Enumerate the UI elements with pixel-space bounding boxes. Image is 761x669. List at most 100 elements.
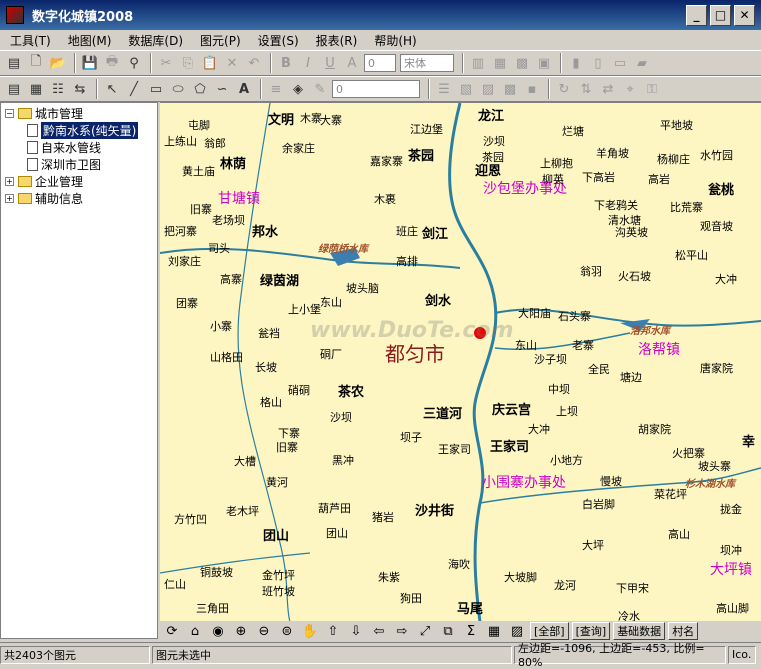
place-label[interactable]: 大坡脚 xyxy=(504,569,537,585)
place-label[interactable]: 比荒寨 xyxy=(670,199,703,215)
place-label[interactable]: 刘家庄 xyxy=(168,253,201,269)
place-label[interactable]: 冷水 xyxy=(618,608,640,621)
italic-icon[interactable]: I xyxy=(298,53,318,73)
place-label[interactable]: 白岩脚 xyxy=(582,496,615,512)
select-tool-icon[interactable]: ☷ xyxy=(48,79,68,99)
place-label[interactable]: 羊角坡 xyxy=(596,145,629,161)
copy-map-icon[interactable]: ⧉ xyxy=(438,622,458,640)
menu-help[interactable]: 帮助(H) xyxy=(374,32,416,49)
snap-icon[interactable]: ⌖ xyxy=(620,79,640,99)
place-label[interactable]: 胡家院 xyxy=(638,421,671,437)
curve-tool-icon[interactable]: ∽ xyxy=(212,79,232,99)
place-label[interactable]: 坡头寨 xyxy=(698,458,731,474)
place-label[interactable]: 余家庄 xyxy=(282,140,315,156)
query-button[interactable]: [查询] xyxy=(571,622,611,640)
place-label[interactable]: 水竹园 xyxy=(700,147,733,163)
city-label[interactable]: 都匀市 xyxy=(385,338,445,367)
menu-primitive[interactable]: 图元(P) xyxy=(200,32,241,49)
group-icon[interactable]: ▧ xyxy=(456,79,476,99)
place-label[interactable]: 全民 xyxy=(588,361,610,377)
expand-icon[interactable]: + xyxy=(5,194,14,203)
menu-database[interactable]: 数据库(D) xyxy=(128,32,183,49)
font-combo[interactable]: 宋体 xyxy=(400,54,454,72)
copy-icon[interactable]: ⎘ xyxy=(178,53,198,73)
map-canvas[interactable]: www.DuoTe.com 都匀市 甘塘镇 沙包堡办事处 洛帮镇 小围寨办事处 … xyxy=(160,102,761,621)
menu-tools[interactable]: 工具(T) xyxy=(10,32,51,49)
town-label[interactable]: 甘塘镇 xyxy=(218,188,260,208)
place-label[interactable]: 上小堡 xyxy=(288,301,321,317)
place-label[interactable]: 大冲 xyxy=(715,271,737,287)
place-label[interactable]: 方竹凹 xyxy=(174,511,207,527)
place-label[interactable]: 幸 xyxy=(742,431,755,450)
place-label[interactable]: 旧寨 xyxy=(276,439,298,455)
pen-color-icon[interactable]: ✎ xyxy=(310,79,330,99)
open-folder-icon[interactable]: 📂 xyxy=(48,53,68,73)
table-icon[interactable]: ▦ xyxy=(490,53,510,73)
place-label[interactable]: 金竹坪 xyxy=(262,567,295,583)
tree-node-water-system[interactable]: 黔南水系(纯矢量) xyxy=(1,122,157,139)
back-icon[interactable]: ▪ xyxy=(522,79,542,99)
zoom-in-icon[interactable]: ⊕ xyxy=(231,622,251,640)
fill-color-icon[interactable]: ◈ xyxy=(288,79,308,99)
place-label[interactable]: 沙子坝 xyxy=(534,351,567,367)
place-label[interactable]: 狗田 xyxy=(400,590,422,606)
town-label[interactable]: 小围寨办事处 xyxy=(482,472,566,492)
binoculars-icon[interactable]: ⚲ xyxy=(124,53,144,73)
save-icon[interactable]: 💾 xyxy=(80,53,100,73)
home-icon[interactable]: ⌂ xyxy=(185,622,205,640)
place-label[interactable]: 下高岩 xyxy=(582,169,615,185)
place-label[interactable]: 班竹坡 xyxy=(262,583,295,599)
report-icon[interactable]: ▭ xyxy=(610,53,630,73)
place-label[interactable]: 三道河 xyxy=(423,403,462,422)
place-label[interactable]: 老木坪 xyxy=(226,503,259,519)
print-icon[interactable]: 🖶 xyxy=(102,53,122,73)
minimize-button[interactable]: _ xyxy=(686,4,707,26)
place-label[interactable]: 茶园 xyxy=(408,145,434,164)
zoom-extent-icon[interactable]: ⊜ xyxy=(277,622,297,640)
sum-icon[interactable]: Σ xyxy=(461,622,481,640)
place-label[interactable]: 茶园 xyxy=(482,149,504,165)
basic-data-button[interactable]: 基础数据 xyxy=(613,622,666,640)
bars-icon[interactable]: ▯ xyxy=(588,53,608,73)
place-label[interactable]: 剑江 xyxy=(422,223,448,242)
expand-icon[interactable]: + xyxy=(5,177,14,186)
line-style-icon[interactable]: ≡ xyxy=(266,79,286,99)
place-label[interactable]: 把河寨 xyxy=(164,223,197,239)
place-label[interactable]: 团山 xyxy=(326,525,348,541)
place-label[interactable]: 沙坝 xyxy=(330,409,352,425)
menu-settings[interactable]: 设置(S) xyxy=(258,32,299,49)
place-label[interactable]: 上柳抱 xyxy=(540,155,573,171)
all-button[interactable]: [全部] xyxy=(530,622,569,640)
pan-left-icon[interactable]: ⇦ xyxy=(369,622,389,640)
place-label[interactable]: 葫芦田 xyxy=(318,500,351,516)
place-label[interactable]: 王家司 xyxy=(490,436,529,455)
delete-icon[interactable]: ✕ xyxy=(222,53,242,73)
place-label[interactable]: 猪岩 xyxy=(372,509,394,525)
tree-node-water-pipe[interactable]: 自来水管线 xyxy=(1,139,157,156)
place-label[interactable]: 王家司 xyxy=(438,441,471,457)
place-label[interactable]: 观音坡 xyxy=(700,218,733,234)
lock-icon[interactable]: ⚿ xyxy=(642,79,662,99)
place-label[interactable]: 三角田 xyxy=(196,600,229,616)
resize-icon[interactable]: ⤢ xyxy=(415,622,435,640)
pan-right-icon[interactable]: ⇨ xyxy=(392,622,412,640)
cut-icon[interactable]: ✂ xyxy=(156,53,176,73)
place-label[interactable]: 坡头脑 xyxy=(346,280,379,296)
place-label[interactable]: 格山 xyxy=(260,394,282,410)
rotate-icon[interactable]: ↻ xyxy=(554,79,574,99)
place-label[interactable]: 班庄 xyxy=(396,223,418,239)
village-name-button[interactable]: 村名 xyxy=(668,622,699,640)
place-label[interactable]: 龙江 xyxy=(478,105,504,124)
place-label[interactable]: 唐家院 xyxy=(700,360,733,376)
place-label[interactable]: 大槽 xyxy=(234,453,256,469)
flip-icon[interactable]: ⇅ xyxy=(576,79,596,99)
mirror-icon[interactable]: ⇄ xyxy=(598,79,618,99)
pan-up-icon[interactable]: ⇧ xyxy=(323,622,343,640)
line-width-combo[interactable]: 0 xyxy=(332,80,420,98)
place-label[interactable]: 慢坡 xyxy=(600,473,622,489)
grid-icon[interactable]: ▩ xyxy=(512,53,532,73)
place-label[interactable]: 铜鼓坡 xyxy=(200,564,233,580)
place-label[interactable]: 老场坝 xyxy=(212,212,245,228)
place-label[interactable]: 江边堡 xyxy=(410,121,443,137)
new-file-icon[interactable]: 🗋 xyxy=(26,53,46,73)
